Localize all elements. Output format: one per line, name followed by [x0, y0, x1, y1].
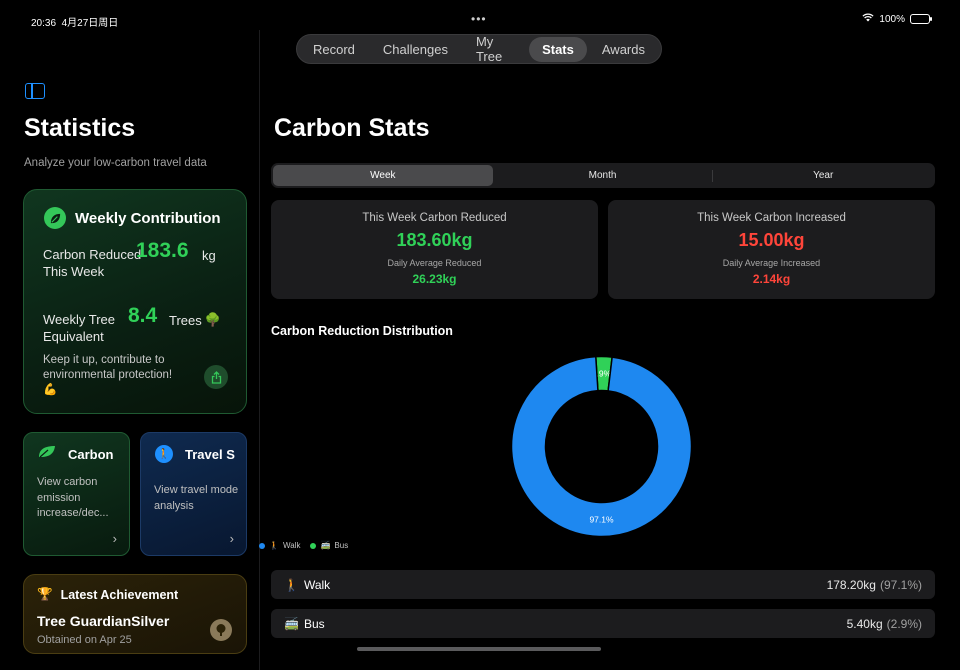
walk-icon: 🚶: [155, 445, 173, 463]
encourage-text: Keep it up, contribute to environmental …: [43, 353, 193, 398]
sidebar-toggle-icon[interactable]: [25, 83, 45, 99]
period-week[interactable]: Week: [273, 165, 493, 186]
encourage-message: Keep it up, contribute to environmental …: [43, 354, 173, 381]
distribution-donut-chart: 2.9%97.1%: [511, 356, 692, 537]
achievement-header: Latest Achievement: [60, 587, 179, 602]
daily-increased-label: Daily Average Increased: [722, 258, 821, 268]
flexed-bicep-icon: 💪: [43, 384, 58, 396]
bus-label: Bus: [303, 616, 325, 631]
tab-challenges[interactable]: Challenges: [370, 37, 461, 62]
home-indicator[interactable]: [357, 647, 601, 651]
split-divider: [259, 30, 260, 670]
legend-bus-label: Bus: [334, 541, 349, 550]
walk-icon: 🚶: [284, 577, 299, 592]
trees-unit-label: Trees: [169, 312, 202, 328]
carbon-nav-card[interactable]: Carbon View carbon emission increase/dec…: [23, 432, 130, 556]
increased-label: This Week Carbon Increased: [697, 212, 846, 224]
chart-legend: 🚶 Walk 🚎 Bus: [259, 541, 348, 550]
carbon-card-desc: View carbon emission increase/dec...: [37, 476, 109, 519]
carbon-card-title: Carbon: [68, 447, 114, 462]
carbon-increased-card: This Week Carbon Increased 15.00kg Daily…: [608, 200, 935, 299]
legend-dot-bus: [310, 542, 317, 549]
chevron-right-icon: ›: [112, 531, 117, 546]
status-clock: 20:36: [31, 18, 57, 29]
carbon-reduced-label: Carbon Reduced This Week: [43, 247, 142, 279]
trophy-icon: 🏆: [37, 587, 53, 601]
share-button[interactable]: [204, 365, 228, 389]
tab-awards[interactable]: Awards: [589, 37, 658, 62]
tree-icon: 🌳: [204, 312, 221, 327]
bus-row[interactable]: 🚎 Bus 5.40kg (2.9%): [271, 609, 935, 638]
page-title: Carbon Stats: [274, 114, 430, 142]
daily-reduced-value: 26.23kg: [412, 272, 457, 286]
tree-equivalent-label: Weekly Tree Equivalent: [43, 312, 116, 344]
legend-walk-icon: 🚶: [269, 541, 279, 550]
legend-walk-label: Walk: [282, 541, 301, 550]
bus-icon: 🚎: [284, 616, 299, 631]
period-year[interactable]: Year: [713, 165, 933, 186]
leaf-icon: [38, 445, 56, 464]
weekly-contribution-card: Weekly Contribution Carbon Reduced This …: [23, 189, 247, 414]
legend-dot-walk: [259, 542, 265, 549]
period-month[interactable]: Month: [493, 165, 713, 186]
tree-equivalent-unit: Trees 🌳: [169, 312, 221, 328]
achievement-date: Obtained on Apr 25: [37, 634, 132, 646]
walk-percent: (97.1%): [879, 577, 922, 592]
reduced-value: 183.60kg: [396, 230, 473, 250]
leaf-icon: [44, 207, 66, 229]
daily-reduced-label: Daily Average Reduced: [387, 258, 482, 268]
travel-card-desc: View travel mode analysis: [154, 484, 239, 512]
battery-icon: [910, 14, 932, 24]
carbon-reduced-card: This Week Carbon Reduced 183.60kg Daily …: [271, 200, 598, 299]
increased-value: 15.00kg: [738, 230, 805, 250]
sidebar-subtitle: Analyze your low-carbon travel data: [24, 157, 207, 169]
chevron-right-icon: ›: [229, 531, 234, 546]
status-right: 100%: [862, 13, 932, 25]
tree-equivalent-value: 8.4: [128, 304, 158, 327]
distribution-title: Carbon Reduction Distribution: [271, 324, 453, 338]
bus-value: 5.40kg: [846, 616, 883, 631]
battery-percent: 100%: [879, 13, 905, 25]
walk-value: 178.20kg: [826, 577, 876, 592]
tab-record[interactable]: Record: [300, 37, 368, 62]
tab-stats[interactable]: Stats: [529, 36, 587, 62]
reduced-label: This Week Carbon Reduced: [362, 212, 507, 224]
legend-bus-icon: 🚎: [320, 541, 331, 550]
tree-badge-icon: [210, 619, 232, 641]
top-tab-bar: Record Challenges My Tree Stats Awards: [296, 34, 662, 64]
weekly-title: Weekly Contribution: [75, 209, 221, 227]
status-time: 20:36 4月27日周日: [31, 14, 118, 29]
walk-row[interactable]: 🚶 Walk 178.20kg (97.1%): [271, 570, 935, 599]
tab-my-tree[interactable]: My Tree: [463, 29, 527, 69]
travel-stats-nav-card[interactable]: 🚶 Travel S View travel mode analysis ›: [140, 432, 247, 556]
donut-label-walk: 97.1%: [589, 515, 614, 525]
carbon-reduced-value: 183.6: [136, 239, 189, 262]
status-date: 4月27日周日: [61, 18, 119, 29]
carbon-reduced-unit: kg: [202, 248, 216, 263]
achievement-name: Tree GuardianSilver: [37, 613, 170, 629]
walk-label: Walk: [303, 577, 331, 592]
period-segmented-control: Week Month Year: [271, 163, 935, 188]
share-icon: [211, 370, 221, 384]
daily-increased-value: 2.14kg: [752, 272, 791, 286]
travel-card-title: Travel S: [185, 446, 235, 462]
sidebar-title: Statistics: [24, 114, 136, 142]
latest-achievement-card[interactable]: 🏆 Latest Achievement Tree GuardianSilver…: [23, 574, 247, 654]
bus-percent: (2.9%): [886, 616, 922, 631]
multitask-dots-icon[interactable]: •••: [471, 12, 487, 26]
wifi-icon: [862, 13, 874, 25]
